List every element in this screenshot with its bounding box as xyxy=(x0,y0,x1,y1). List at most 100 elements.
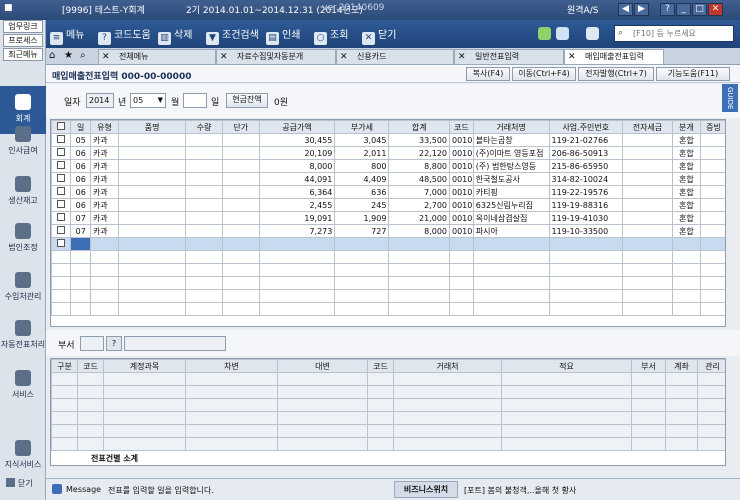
sidebar-work-link-button[interactable]: 업무링크 xyxy=(3,20,43,33)
table-row[interactable]: 06카과 8,0008008,80000104(주) 범한탕스영등215-86-6… xyxy=(51,159,725,173)
business-news-link[interactable]: [포트] 봄의 불청객,..올해 첫 황사 xyxy=(464,485,576,496)
col-code: 코드 xyxy=(77,359,104,373)
grid-cell: 7,273 xyxy=(258,224,336,238)
settings-icon[interactable] xyxy=(586,27,599,40)
condition-search-button[interactable]: ▼ 조건검색 xyxy=(206,26,259,45)
move-button[interactable]: 이동(Ctrl+F4) xyxy=(512,67,576,81)
journal-row[interactable] xyxy=(51,398,725,412)
row-checkbox[interactable] xyxy=(51,146,72,160)
title-bar: ■ [9996] 테스트-Y회계 2기 2014.01.01~2014.12.3… xyxy=(0,0,740,20)
journal-row[interactable] xyxy=(51,411,725,425)
grid-cell xyxy=(665,437,698,451)
delete-button[interactable]: ▥ 삭제 xyxy=(158,26,192,45)
sidebar-recent-menu-button[interactable]: 최근메뉴 xyxy=(3,48,43,61)
menu-search-input[interactable] xyxy=(614,25,734,42)
dept-help-icon[interactable]: ? xyxy=(106,336,122,351)
day-field[interactable] xyxy=(183,93,207,108)
messenger-icon[interactable] xyxy=(538,27,551,40)
sidebar-process-button[interactable]: 프로세스 xyxy=(3,34,43,47)
table-row[interactable]: 06카과 2,4552452,700001076325신림누리집119-19-88… xyxy=(51,198,725,212)
new-entry-row[interactable] xyxy=(51,237,725,251)
grid-cell xyxy=(367,424,394,438)
journal-row[interactable] xyxy=(51,437,725,451)
row-checkbox[interactable] xyxy=(51,159,72,173)
row-checkbox[interactable] xyxy=(51,172,72,186)
empty-row[interactable] xyxy=(51,263,725,277)
row-checkbox[interactable] xyxy=(51,133,72,147)
sidebar-item-import-manage[interactable]: 수입처관리 xyxy=(0,272,46,302)
close-tab-icon[interactable]: ✕ xyxy=(340,50,348,64)
month-select[interactable]: 05 ▼ xyxy=(130,93,166,108)
journal-row[interactable] xyxy=(51,385,725,399)
grid-cell xyxy=(277,411,368,425)
e-issue-button[interactable]: 전자발행(Ctrl+7) xyxy=(578,67,654,81)
grid-cell xyxy=(449,276,474,290)
remote-support-button[interactable]: 원격A/S xyxy=(567,3,598,16)
tab-general-voucher[interactable]: ✕ 일반전표입력 xyxy=(454,49,564,65)
tab-bar: ⌂ ★ ⌕ ✕ 전체메뉴 ✕ 자료수집및자동분개 ✕ 신용카드 ✕ 일반전표입력 ✕ 매입… xyxy=(46,48,740,65)
query-button[interactable]: ○ 조회 xyxy=(314,26,348,45)
person-icon xyxy=(15,126,31,142)
close-tab-icon[interactable]: ✕ xyxy=(220,50,228,64)
sidebar-item-corporate-adjust[interactable]: 법인조정 xyxy=(0,223,46,253)
minimize-icon[interactable]: _ xyxy=(676,3,691,16)
company-code[interactable]: [9996] 테스트-Y회계 xyxy=(62,3,145,16)
search-icon[interactable]: ⌕ xyxy=(80,50,86,61)
ledger-icon xyxy=(15,94,31,110)
sidebar-item-close[interactable]: 닫기 xyxy=(0,478,46,489)
tab-credit-card[interactable]: ✕ 신용카드 xyxy=(336,49,454,65)
select-all-checkbox[interactable] xyxy=(51,120,72,134)
sidebar-item-hr-payroll[interactable]: 인사급여 xyxy=(0,126,46,156)
table-row[interactable]: 06카과 20,1092,01122,12000103(주)이마트 영등포점206… xyxy=(51,146,725,160)
tab-all-menu[interactable]: ✕ 전체메뉴 xyxy=(98,49,216,65)
row-checkbox[interactable] xyxy=(51,211,72,225)
maximize-icon[interactable]: □ xyxy=(692,3,707,16)
grid-cell xyxy=(51,302,72,316)
copy-button[interactable]: 복사(F4) xyxy=(466,67,510,81)
close-window-icon[interactable]: ✕ xyxy=(708,3,723,16)
empty-row[interactable] xyxy=(51,302,725,316)
tab-data-collection[interactable]: ✕ 자료수집및자동분개 xyxy=(216,49,336,65)
table-row[interactable]: 07카과 19,0911,90921,00000108옥이네삼겹살집119-19-… xyxy=(51,211,725,225)
home-icon[interactable]: ⌂ xyxy=(49,50,55,61)
row-checkbox[interactable] xyxy=(51,237,72,251)
table-row[interactable]: 06카과 44,0914,40948,50000105한국철도공사314-82-1… xyxy=(51,172,725,186)
cash-balance-button[interactable]: 현금잔액 xyxy=(226,93,268,108)
grid-cell xyxy=(221,185,260,199)
row-checkbox[interactable] xyxy=(51,198,72,212)
empty-row[interactable] xyxy=(51,250,725,264)
grid-cell xyxy=(51,411,78,425)
function-help-button[interactable]: 기능도움(F11) xyxy=(656,67,730,81)
sidebar-item-knowledge[interactable]: 지식서비스 xyxy=(0,440,46,470)
menu-icon: ≡ xyxy=(50,32,63,45)
sidebar-item-production[interactable]: 생산재고 xyxy=(0,176,46,206)
table-row[interactable]: 06카과 6,3646367,00000106카티핑119-22-19576 혼합 xyxy=(51,185,725,199)
close-button[interactable]: ✕ 닫기 xyxy=(362,26,396,45)
empty-row[interactable] xyxy=(51,276,725,290)
row-checkbox[interactable] xyxy=(51,224,72,238)
close-tab-icon[interactable]: ✕ xyxy=(102,50,110,64)
back-arrow-icon[interactable]: ◀ xyxy=(618,3,633,16)
grid-cell xyxy=(258,289,336,303)
help-icon[interactable]: ? xyxy=(660,3,675,16)
guide-button[interactable]: GUIDE xyxy=(722,84,738,112)
journal-row[interactable] xyxy=(51,372,725,386)
empty-row[interactable] xyxy=(51,289,725,303)
favorite-star-icon[interactable]: ★ xyxy=(64,50,73,61)
print-button[interactable]: ▤ 인쇄 xyxy=(266,26,300,45)
sidebar-item-service[interactable]: 서비스 xyxy=(0,370,46,400)
tab-sales-purchase-voucher[interactable]: ✕ 매입매출전표입력 xyxy=(564,49,664,65)
close-tab-icon[interactable]: ✕ xyxy=(568,50,576,64)
table-row[interactable]: 05카과 30,4553,04533,50000102블타는곱창119-21-02… xyxy=(51,133,725,147)
dept-code-field[interactable] xyxy=(80,336,104,351)
sidebar-item-auto-voucher[interactable]: 자동전표처리 xyxy=(0,320,46,350)
notepad-icon[interactable] xyxy=(556,27,569,40)
close-tab-icon[interactable]: ✕ xyxy=(458,50,466,64)
grid-cell: 119-22-19576 xyxy=(548,185,624,199)
row-checkbox[interactable] xyxy=(51,185,72,199)
code-help-button[interactable]: ? 코드도움 xyxy=(98,26,151,45)
journal-row[interactable] xyxy=(51,424,725,438)
table-row[interactable]: 07카과 7,2737278,00000109파시아119-10-33500 혼합 xyxy=(51,224,725,238)
forward-arrow-icon[interactable]: ▶ xyxy=(634,3,649,16)
menu-button[interactable]: ≡ 메뉴 xyxy=(50,26,84,45)
